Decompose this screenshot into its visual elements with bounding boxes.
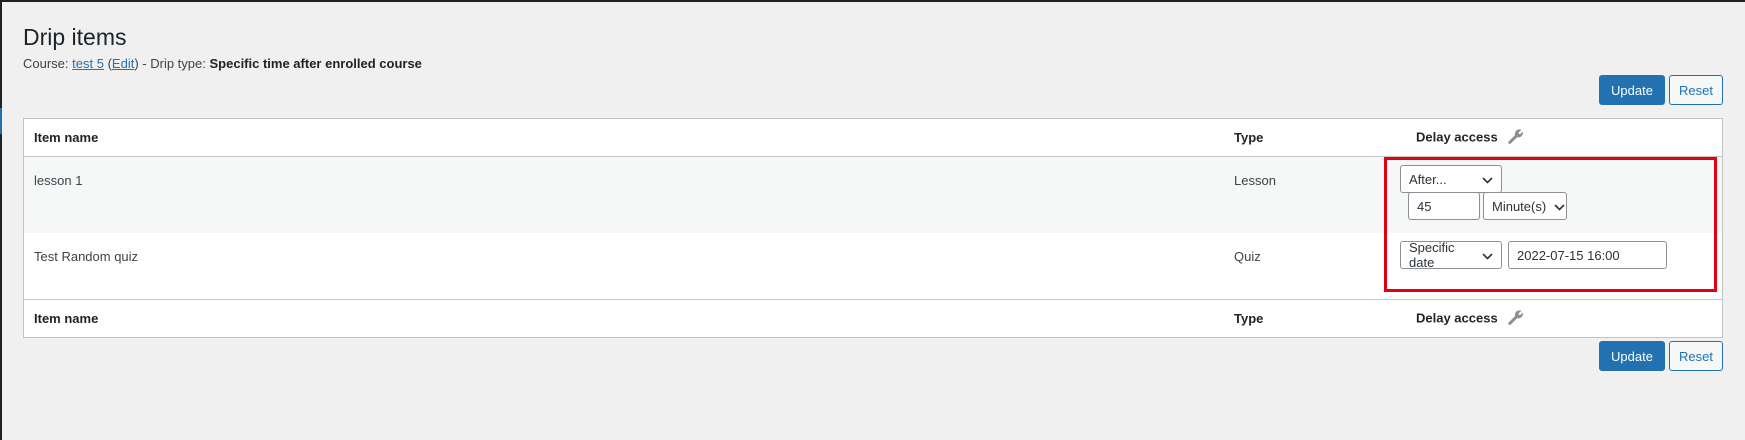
row-item-type: Quiz — [1224, 233, 1406, 300]
footer-type: Type — [1224, 299, 1406, 338]
update-button-top[interactable]: Update — [1599, 75, 1665, 105]
reset-button-top[interactable]: Reset — [1669, 75, 1723, 105]
header-type: Type — [1224, 118, 1406, 157]
window-top-border — [0, 0, 1745, 2]
header-delay-access-label: Delay access — [1416, 128, 1498, 144]
admin-menu-edge — [0, 108, 2, 134]
top-actions: Update Reset — [1599, 75, 1723, 105]
footer-delay-access: Delay access — [1406, 299, 1723, 338]
wrench-icon[interactable] — [1507, 128, 1524, 148]
edit-course-link[interactable]: Edit — [112, 56, 134, 71]
row-item-type: Lesson — [1224, 156, 1406, 233]
row-item-name: Test Random quiz — [23, 233, 1224, 300]
bottom-actions: Update Reset — [1599, 341, 1723, 371]
update-button-bottom[interactable]: Update — [1599, 341, 1665, 371]
reset-button-bottom[interactable]: Reset — [1669, 341, 1723, 371]
row-item-name: lesson 1 — [23, 156, 1224, 233]
page-subtitle: Course: test 5 (Edit) - Drip type: Speci… — [23, 56, 422, 71]
table-footer-row: Item name Type Delay access — [23, 299, 1723, 338]
course-label: Course: — [23, 56, 69, 71]
course-link[interactable]: test 5 — [72, 56, 104, 71]
footer-delay-access-label: Delay access — [1416, 309, 1498, 325]
window-left-border — [0, 0, 2, 440]
drip-type-value: Specific time after enrolled course — [209, 56, 422, 71]
footer-item-name: Item name — [23, 299, 1224, 338]
wrench-icon[interactable] — [1507, 309, 1524, 329]
highlight-box — [1384, 157, 1717, 292]
drip-type-label: - Drip type: — [142, 56, 206, 71]
header-delay-access: Delay access — [1406, 118, 1723, 157]
table-header-row: Item name Type Delay access — [23, 118, 1723, 157]
page-title: Drip items — [23, 24, 127, 50]
header-item-name: Item name — [23, 118, 1224, 157]
